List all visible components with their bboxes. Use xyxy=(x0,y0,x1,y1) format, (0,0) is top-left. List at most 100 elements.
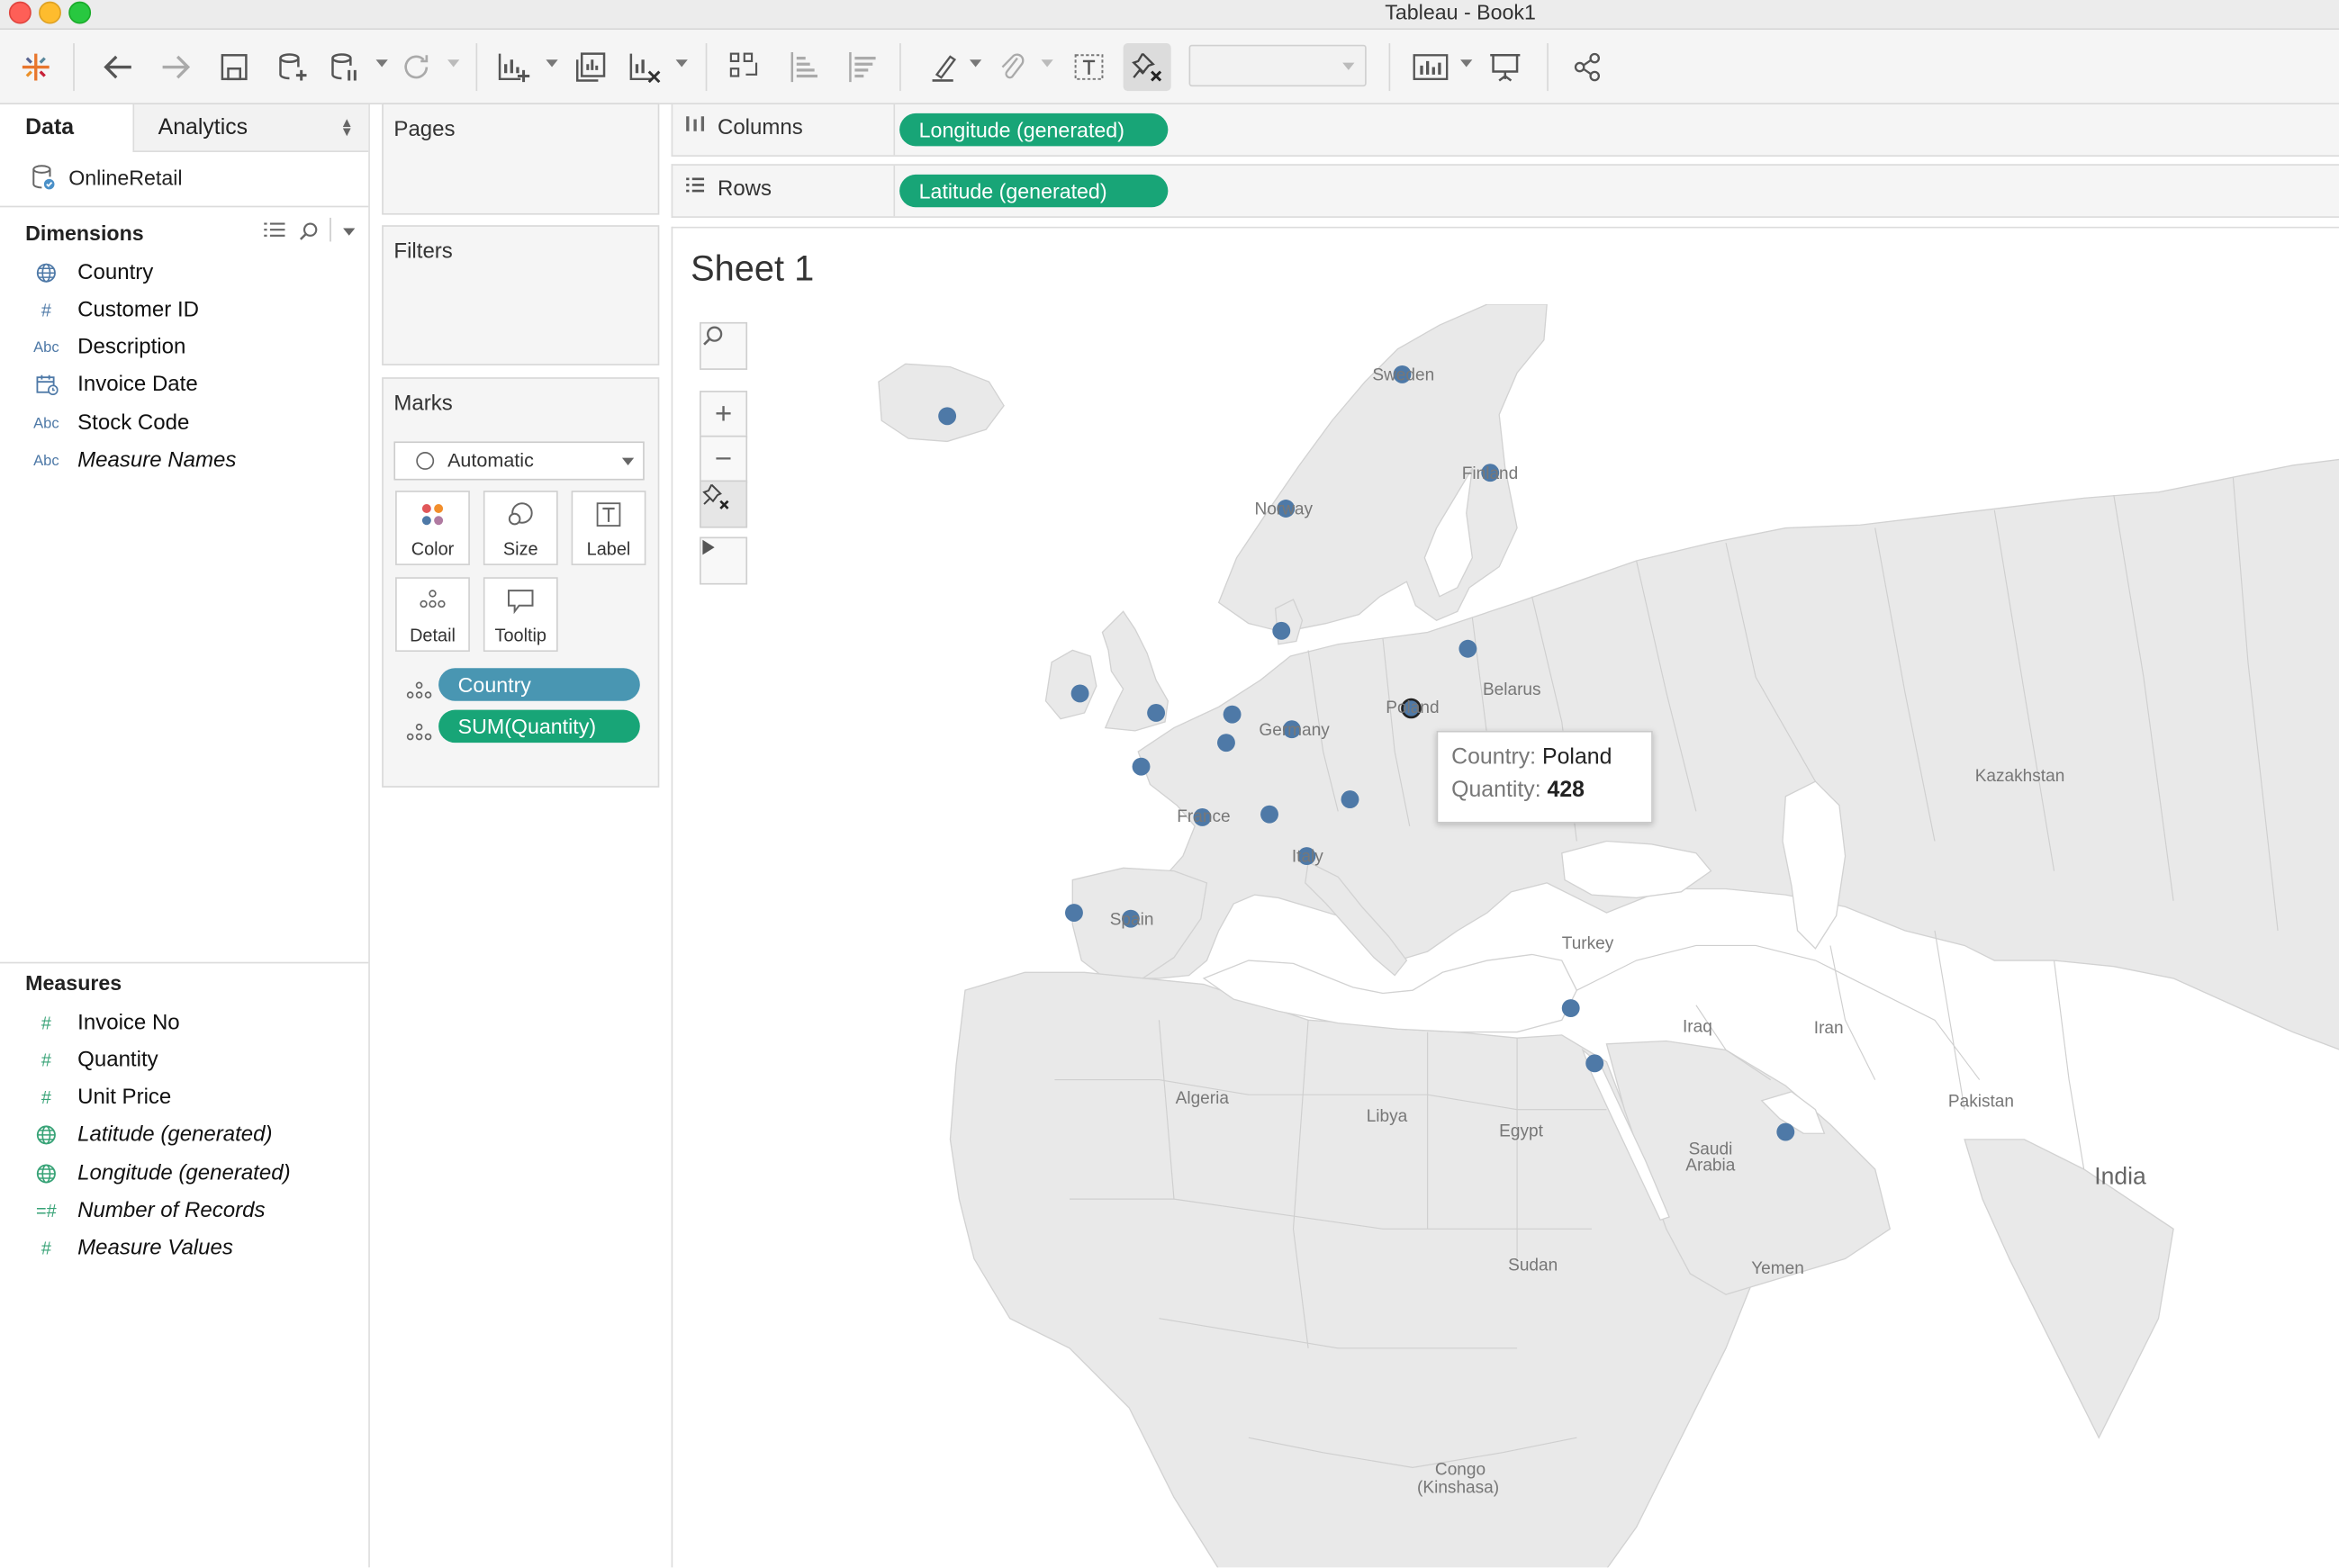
refresh-icon[interactable] xyxy=(397,48,436,86)
field-label: Latitude (generated) xyxy=(77,1122,273,1148)
pause-updates-icon[interactable] xyxy=(325,48,364,86)
tableau-logo-icon[interactable] xyxy=(16,48,55,86)
filters-card[interactable]: Filters xyxy=(382,225,660,365)
field-unit-price[interactable]: # Unit Price xyxy=(0,1083,368,1119)
map-label-libya: Libya xyxy=(1366,1108,1408,1126)
globe-icon xyxy=(30,1163,62,1188)
map-mark-belgium[interactable] xyxy=(1217,734,1235,752)
color-button[interactable]: Color xyxy=(395,491,470,565)
color-label: Color xyxy=(411,538,455,560)
map-label-kinshasa: (Kinshasa) xyxy=(1417,1479,1500,1498)
pages-card[interactable]: Pages xyxy=(382,103,660,215)
map-mark-cyprus[interactable] xyxy=(1561,999,1580,1017)
field-label: Invoice No xyxy=(77,1011,180,1035)
field-stock-code[interactable]: Abc Stock Code xyxy=(0,409,368,445)
sort-ascending-icon[interactable] xyxy=(783,48,822,86)
new-datasource-icon[interactable] xyxy=(273,48,312,86)
redo-icon[interactable] xyxy=(157,48,195,86)
pin-map-button[interactable] xyxy=(700,480,748,528)
fit-combo[interactable] xyxy=(1188,44,1367,87)
map-view[interactable]: + − Sweden Finland Norway Belarus Poland… xyxy=(682,304,2339,1568)
size-icon xyxy=(484,501,556,536)
dimensions-menu-caret[interactable] xyxy=(343,228,356,236)
field-label: Description xyxy=(77,335,186,360)
share-icon[interactable] xyxy=(1567,48,1606,86)
columns-pill-longitude[interactable]: Longitude (generated) xyxy=(899,113,1169,147)
duplicate-sheet-icon[interactable] xyxy=(572,48,610,86)
datasource-label: OnlineRetail xyxy=(68,165,183,190)
tooltip-country-value: Poland xyxy=(1542,743,1612,770)
map-mark-channel-islands[interactable] xyxy=(1132,757,1151,776)
map-label-iran: Iran xyxy=(1813,1020,1844,1039)
columns-label: Columns xyxy=(717,116,803,140)
field-country[interactable]: Country xyxy=(0,258,368,294)
tab-analytics[interactable]: Analytics ▲ ▼ xyxy=(132,104,369,153)
detail-button[interactable]: Detail xyxy=(395,577,470,653)
field-customer-id[interactable]: # Customer ID xyxy=(0,295,368,331)
abc-icon: Abc xyxy=(33,453,59,470)
tooltip-button[interactable]: Tooltip xyxy=(483,577,558,653)
save-icon[interactable] xyxy=(215,48,254,86)
search-map-button[interactable] xyxy=(700,321,748,370)
map-label-egypt: Egypt xyxy=(1499,1122,1543,1141)
rows-shelf[interactable]: Rows Latitude (generated) xyxy=(671,164,2339,218)
field-invoice-no[interactable]: # Invoice No xyxy=(0,1008,368,1044)
map-mark-united-kingdom[interactable] xyxy=(1147,704,1166,722)
size-button[interactable]: Size xyxy=(483,491,558,565)
field-quantity[interactable]: # Quantity xyxy=(0,1045,368,1081)
play-map-tools-button[interactable] xyxy=(700,536,748,585)
map-mark-portugal[interactable] xyxy=(1065,904,1083,922)
calc-hash-icon: =# xyxy=(36,1200,57,1221)
map-mark-denmark[interactable] xyxy=(1272,621,1291,640)
calendar-icon xyxy=(30,374,62,400)
swap-icon[interactable] xyxy=(725,48,763,86)
map-label-finland: Finland xyxy=(1461,464,1519,483)
new-worksheet-icon[interactable] xyxy=(493,48,532,86)
field-description[interactable]: Abc Description xyxy=(0,332,368,368)
search-icon[interactable] xyxy=(298,221,319,246)
abc-icon: Abc xyxy=(33,416,59,433)
fix-axes-icon[interactable] xyxy=(1123,43,1171,92)
field-label: Measure Values xyxy=(77,1236,233,1261)
map-mark-uae[interactable] xyxy=(1776,1122,1795,1141)
group-icon[interactable] xyxy=(993,48,1032,86)
map-mark-israel[interactable] xyxy=(1585,1054,1604,1073)
presentation-icon[interactable] xyxy=(1486,48,1524,86)
zoom-in-button[interactable]: + xyxy=(700,391,748,439)
field-measure-values[interactable]: # Measure Values xyxy=(0,1233,368,1269)
map-label-germany: Germany xyxy=(1259,721,1330,740)
map-mark-netherlands[interactable] xyxy=(1223,705,1242,724)
zoom-out-button[interactable]: − xyxy=(700,435,748,483)
mark-type-select[interactable]: Automatic xyxy=(393,441,645,481)
map-label-algeria: Algeria xyxy=(1175,1090,1229,1109)
map-label-kazakhstan: Kazakhstan xyxy=(1974,768,2065,787)
map-mark-lithuania[interactable] xyxy=(1458,639,1477,658)
field-longitude-generated[interactable]: Longitude (generated) xyxy=(0,1158,368,1194)
marks-pill-country[interactable]: Country xyxy=(438,668,640,701)
map-mark-iceland[interactable] xyxy=(938,407,957,426)
field-number-of-records[interactable]: =# Number of Records xyxy=(0,1196,368,1232)
field-invoice-date[interactable]: Invoice Date xyxy=(0,370,368,406)
field-measure-names[interactable]: Abc Measure Names xyxy=(0,446,368,482)
measures-header: Measures xyxy=(25,970,122,996)
list-view-icon[interactable] xyxy=(263,221,287,243)
sort-descending-icon[interactable] xyxy=(841,48,880,86)
map-mark-ireland[interactable] xyxy=(1070,684,1089,703)
clear-sheet-icon[interactable] xyxy=(625,48,664,86)
tab-data[interactable]: Data xyxy=(0,104,132,152)
datasource-item[interactable]: OnlineRetail xyxy=(0,152,369,208)
map-mark-austria[interactable] xyxy=(1341,790,1359,809)
field-latitude-generated[interactable]: Latitude (generated) xyxy=(0,1120,368,1156)
marks-pill-sum-quantity[interactable]: SUM(Quantity) xyxy=(438,709,640,743)
rows-pill-latitude[interactable]: Latitude (generated) xyxy=(899,174,1169,208)
undo-icon[interactable] xyxy=(98,48,137,86)
label-button[interactable]: Label xyxy=(571,491,646,565)
tooltip-icon xyxy=(484,588,556,622)
columns-icon xyxy=(685,113,706,139)
highlight-icon[interactable] xyxy=(925,48,963,86)
show-labels-icon[interactable] xyxy=(1070,48,1108,86)
show-me-icon[interactable] xyxy=(1411,48,1449,86)
columns-shelf[interactable]: Columns Longitude (generated) xyxy=(671,103,2339,157)
map-mark-switzerland[interactable] xyxy=(1260,805,1278,824)
abc-icon: Abc xyxy=(33,339,59,356)
